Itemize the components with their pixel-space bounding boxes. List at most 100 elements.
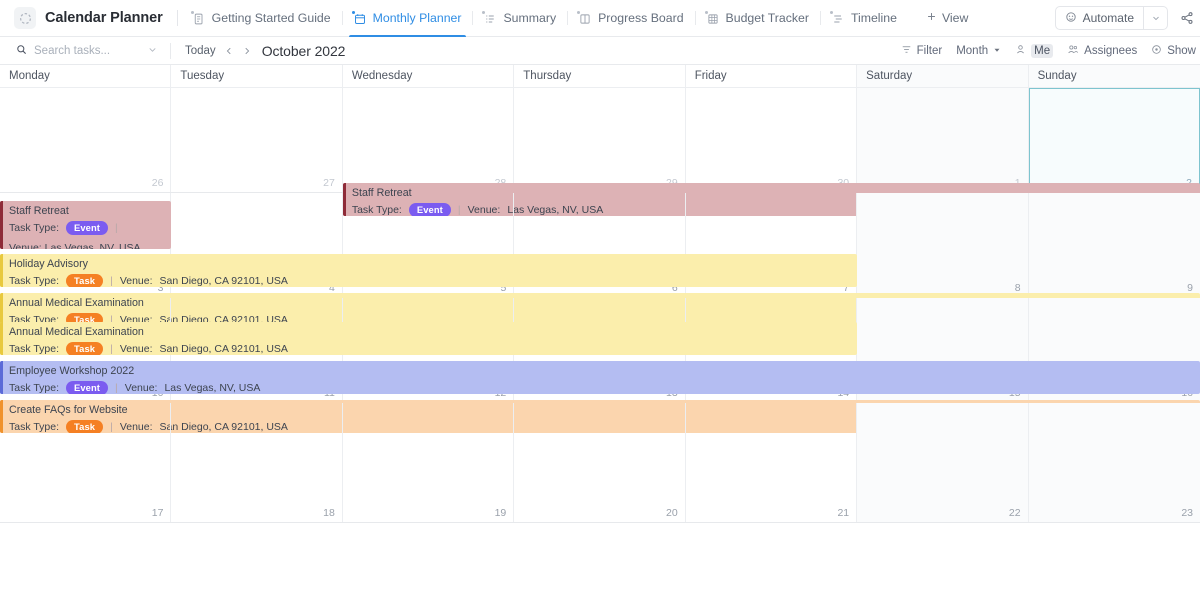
calendar-day-cell[interactable]: 18	[171, 403, 343, 522]
assignees-button[interactable]: Assignees	[1067, 44, 1137, 58]
tab-label: Summary	[503, 11, 557, 25]
calendar-day-cell[interactable]: 9	[1028, 193, 1200, 297]
view-tabs: Getting Started Guide Monthly Planner Su…	[182, 0, 908, 37]
timeline-icon	[829, 10, 845, 25]
calendar-day-cell[interactable]: 19	[343, 403, 515, 522]
event-type-badge: Event	[66, 381, 109, 394]
today-cell-highlight[interactable]: 2	[1028, 88, 1200, 193]
tab-label: Monthly Planner	[372, 11, 462, 25]
event-task-type-label: Task Type:	[9, 343, 59, 355]
search-box[interactable]	[0, 42, 160, 60]
event-type-badge: Task	[66, 274, 104, 287]
previous-month-button[interactable]	[220, 42, 238, 60]
day-number: 22	[1008, 507, 1021, 519]
add-view-button[interactable]: View	[916, 0, 978, 37]
tab-progress-board[interactable]: Progress Board	[568, 0, 694, 37]
assignees-label: Assignees	[1084, 44, 1138, 57]
people-icon	[1067, 44, 1079, 58]
calendar-day-cell[interactable]: 21	[686, 403, 858, 522]
day-header-tuesday: Tuesday	[171, 65, 343, 87]
calendar-event[interactable]: Holiday Advisory Task Type: Task | Venue: San…	[0, 254, 858, 287]
day-of-week-header: Monday Tuesday Wednesday Thursday Friday Satu…	[0, 65, 1200, 88]
filter-button[interactable]: Filter	[901, 44, 943, 58]
event-title: Staff Retreat	[9, 205, 69, 217]
automate-dropdown-button[interactable]	[1144, 6, 1168, 30]
event-venue-value: Las Vegas, NV, USA	[164, 382, 261, 394]
current-period-label: October 2022	[261, 42, 346, 59]
calendar-week: 10111213141516Annual Medical Examination…	[0, 298, 1200, 433]
calendar-day-cell[interactable]: 1	[857, 88, 1029, 192]
tab-label: Progress Board	[598, 11, 684, 25]
event-meta-separator: |	[115, 382, 118, 394]
event-venue-value: San Diego, CA 92101, USA	[159, 343, 288, 355]
event-accent-bar	[0, 254, 3, 287]
chevron-down-icon	[993, 45, 1001, 57]
event-title: Employee Workshop 2022	[9, 365, 135, 377]
today-button[interactable]: Today	[181, 43, 220, 59]
filter-label: Filter	[916, 44, 943, 57]
calendar-week: 2627282930122Staff RetreatTask Type:Even…	[0, 88, 1200, 216]
tab-getting-started-guide[interactable]: Getting Started Guide	[182, 0, 342, 37]
day-header-friday: Friday	[686, 65, 858, 87]
automate-label: Automate	[1082, 11, 1134, 25]
person-icon	[1015, 44, 1026, 58]
workspace-logo-icon[interactable]	[14, 7, 36, 29]
calendar-weeks: 2627282930122Staff RetreatTask Type:Even…	[0, 88, 1200, 523]
tab-monthly-planner[interactable]: Monthly Planner	[343, 0, 473, 37]
show-button[interactable]: Show	[1151, 44, 1196, 58]
search-input[interactable]	[34, 44, 139, 57]
tab-label: Timeline	[850, 11, 897, 25]
calendar-day-cell[interactable]: 29	[514, 88, 686, 192]
automate-button[interactable]: Automate	[1054, 6, 1144, 30]
event-title: Holiday Advisory	[9, 258, 89, 270]
calendar-day-cell[interactable]: 28	[343, 88, 515, 192]
calendar-day-cell[interactable]: 27	[171, 88, 343, 192]
event-task-type-row: Task Type: Event |	[9, 221, 171, 236]
calendar-week: 3 4 5 6 7 8 9 Staff Retreat Task Type: Event | Venu…	[0, 193, 1200, 326]
calendar-grid: Monday Tuesday Wednesday Thursday Friday Satu…	[0, 65, 1200, 611]
toolbar-actions: Filter Month Me Assignees Show	[901, 43, 1200, 58]
event-venue-row: Venue: Las Vegas, NV, USA	[9, 238, 171, 249]
event-meta-row: Task Type: Event | Venue: Las Vegas, NV, USA	[9, 381, 1200, 394]
tab-label: Getting Started Guide	[211, 11, 331, 25]
calendar-day-cell[interactable]: 26	[0, 88, 172, 192]
calendar-day-cell[interactable]: 8	[857, 193, 1029, 297]
show-label: Show	[1167, 44, 1196, 57]
calendar-day-cell[interactable]: 30	[686, 88, 858, 192]
tab-separator	[176, 10, 178, 26]
search-icon	[16, 42, 27, 60]
day-header-thursday: Thursday	[514, 65, 686, 87]
doc-icon	[190, 10, 206, 25]
calendar-day-cell[interactable]: 20	[514, 403, 686, 522]
search-dropdown-icon[interactable]	[147, 42, 160, 60]
tab-budget-tracker[interactable]: Budget Tracker	[696, 0, 820, 37]
event-title: Annual Medical Examination	[9, 326, 144, 338]
calendar-event[interactable]: Employee Workshop 2022 Task Type: Event | Ve…	[0, 361, 1200, 394]
calendar-day-cell[interactable]: 17	[0, 403, 172, 522]
chevron-right-icon	[245, 47, 249, 54]
event-type-badge: Task	[66, 342, 104, 355]
view-mode-label: Month	[956, 44, 989, 57]
next-month-button[interactable]	[238, 42, 256, 60]
calendar-event[interactable]: Annual Medical Examination Task Type: Task…	[0, 322, 858, 355]
calendar-day-cell[interactable]: 22	[857, 403, 1029, 522]
view-mode-selector[interactable]: Month	[956, 45, 1001, 57]
event-task-type-label: Task Type:	[9, 275, 59, 287]
tab-timeline[interactable]: Timeline	[821, 0, 908, 37]
day-header-sunday: Sunday	[1028, 65, 1200, 87]
calendar-event[interactable]: Staff Retreat Task Type: Event | Venue: Las …	[0, 201, 172, 249]
workspace-title: Calendar Planner	[45, 10, 163, 26]
calendar-day-cell[interactable]: 23	[1028, 403, 1200, 522]
calendar-day-cell[interactable]: 2	[1028, 88, 1200, 192]
event-venue-label: Venue:	[124, 382, 158, 394]
event-meta-row: Task Type: Task | Venue: San Diego, CA 92101…	[9, 342, 857, 355]
event-venue-value: San Diego, CA 92101, USA	[159, 275, 288, 287]
me-filter-button[interactable]: Me	[1015, 43, 1054, 58]
event-meta-separator: |	[110, 275, 113, 287]
day-header-saturday: Saturday	[857, 65, 1029, 87]
tab-summary[interactable]: Summary	[473, 0, 567, 37]
robot-icon	[1065, 11, 1077, 26]
toolbar-divider	[170, 42, 171, 59]
share-button[interactable]	[1180, 11, 1194, 25]
event-meta-separator: |	[110, 343, 113, 355]
